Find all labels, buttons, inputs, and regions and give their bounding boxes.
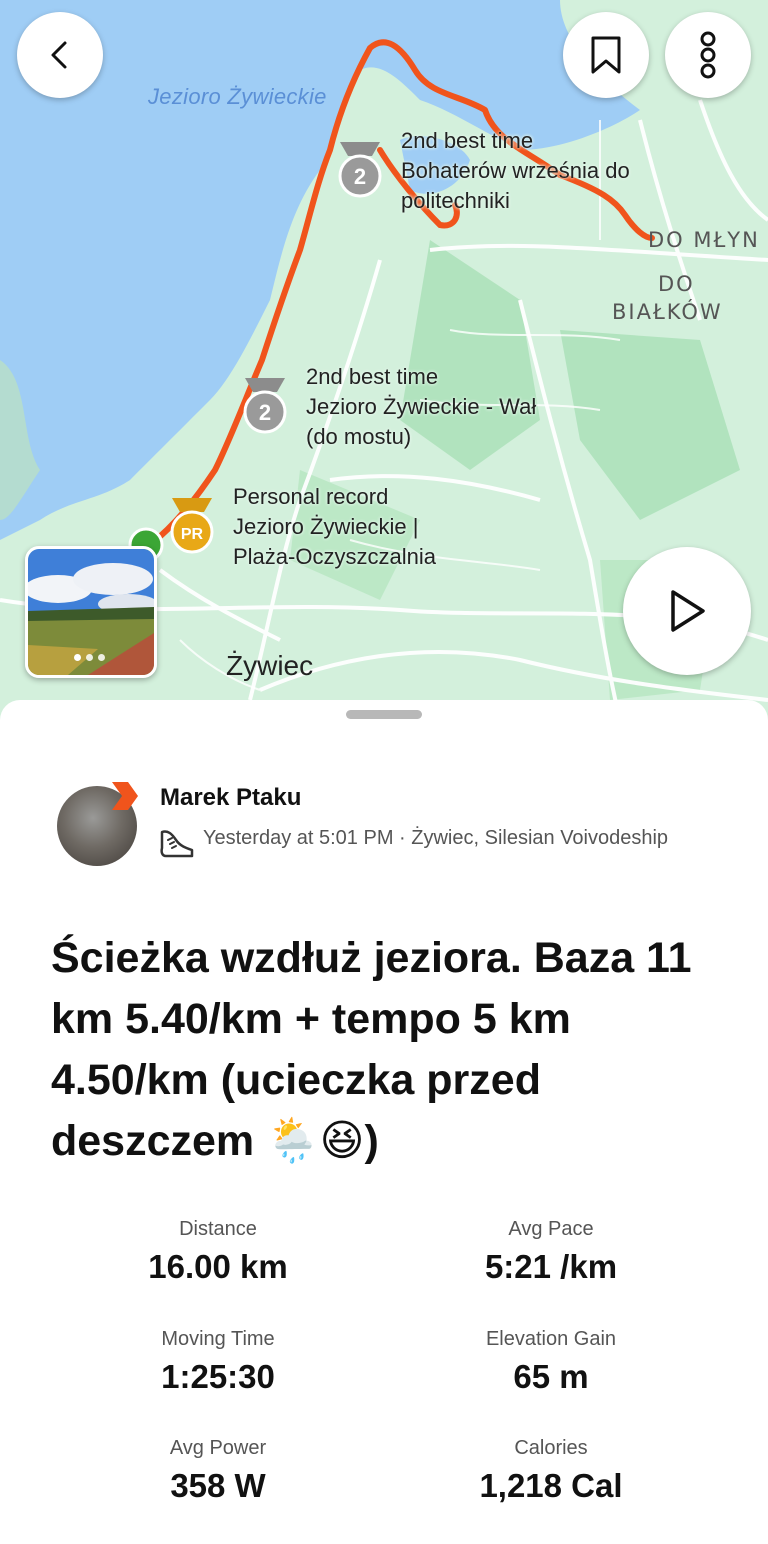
stat-value: 16.00 km <box>148 1248 288 1285</box>
stat-label: Distance <box>179 1218 257 1240</box>
badge-text: 2 <box>354 164 366 189</box>
stat-value: 1:25:30 <box>161 1358 275 1395</box>
more-options-button[interactable] <box>665 12 751 98</box>
silver-medal-icon[interactable]: 2 <box>239 376 291 434</box>
lake-label: Jezioro Żywieckie <box>148 84 327 109</box>
more-vertical-icon <box>700 31 716 79</box>
back-button[interactable] <box>17 12 103 98</box>
segment-achievement: 2nd best time <box>306 364 439 389</box>
activity-meta: Yesterday at 5:01 PM · Żywiec, Silesian … <box>203 827 669 849</box>
stat-calories: Calories 1,218 Cal <box>391 1435 711 1507</box>
chevron-left-icon <box>51 41 67 69</box>
segment-name: Bohaterów września do <box>401 158 630 183</box>
route-map[interactable]: Jezioro Żywieckie DO MŁYN DO BIAŁKÓW Żyw… <box>0 0 768 720</box>
bookmark-icon <box>591 36 621 74</box>
stat-label: Elevation Gain <box>485 1328 617 1350</box>
subscriber-badge-icon <box>112 782 138 810</box>
activity-photo-thumbnail[interactable] <box>25 546 157 678</box>
save-route-button[interactable] <box>563 12 649 98</box>
stat-moving-time: Moving Time 1:25:30 <box>58 1326 378 1398</box>
activity-details-sheet: Marek Ptaku Yesterday at 5:01 PM · Żywie… <box>0 700 768 1544</box>
photo-pagination <box>74 654 105 661</box>
segment-name: Plaża-Oczyszczalnia <box>233 544 436 569</box>
silver-medal-icon[interactable]: 2 <box>334 140 386 198</box>
segment-name: politechniki <box>401 188 510 213</box>
personal-record-medal-icon[interactable]: PR <box>166 496 218 554</box>
place-label: BIAŁKÓW <box>612 300 723 324</box>
segment-name: Jezioro Żywieckie | <box>233 514 419 539</box>
play-icon <box>671 590 705 632</box>
stat-label: Avg Power <box>169 1437 267 1459</box>
stat-value: 5:21 /km <box>484 1248 618 1285</box>
segment-achievement: 2nd best time <box>401 128 534 153</box>
segment-label[interactable]: 2nd best time Jezioro Żywieckie - Wał (d… <box>306 362 536 452</box>
stat-elevation-gain: Elevation Gain 65 m <box>391 1326 711 1398</box>
activity-title: Ścieżka wzdłuż jeziora. Baza 11 km 5.40/… <box>51 934 692 1165</box>
segment-label[interactable]: Personal record Jezioro Żywieckie | Plaż… <box>233 482 436 572</box>
segment-name: (do mostu) <box>306 424 412 449</box>
stat-distance: Distance 16.00 km <box>58 1216 378 1288</box>
stat-avg-pace: Avg Pace 5:21 /km <box>391 1216 711 1288</box>
place-label: DO <box>658 272 695 296</box>
sheet-drag-handle[interactable] <box>346 710 422 719</box>
stat-value: 65 m <box>513 1358 589 1395</box>
place-label: DO MŁYN <box>648 228 760 252</box>
play-flyover-button[interactable] <box>623 547 751 675</box>
badge-text: PR <box>181 526 204 543</box>
stat-value: 1,218 Cal <box>479 1467 623 1504</box>
segment-name: Jezioro Żywieckie - Wał <box>306 394 537 419</box>
stat-value: 358 W <box>170 1467 266 1504</box>
stat-label: Avg Pace <box>508 1218 594 1240</box>
segment-achievement: Personal record <box>233 484 389 509</box>
stat-avg-power: Avg Power 358 W <box>58 1435 378 1507</box>
badge-text: 2 <box>259 400 271 425</box>
running-shoe-icon <box>160 830 194 858</box>
stat-label: Calories <box>514 1437 588 1459</box>
athlete-name[interactable]: Marek Ptaku <box>160 784 301 812</box>
town-label: Żywiec <box>226 650 314 681</box>
stat-label: Moving Time <box>161 1328 275 1350</box>
segment-label[interactable]: 2nd best time Bohaterów września do poli… <box>401 126 630 216</box>
